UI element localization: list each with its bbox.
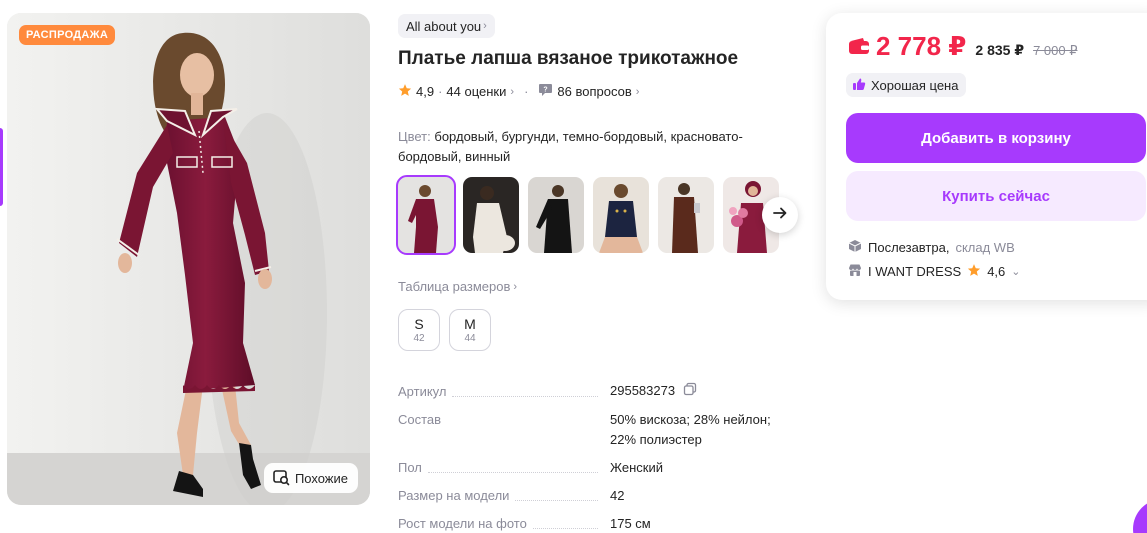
star-icon (398, 83, 412, 100)
buy-now-button[interactable]: Купить сейчас (846, 171, 1146, 221)
brand-name: All about you (406, 18, 482, 34)
color-thumbnail[interactable] (463, 177, 519, 253)
good-price-badge: Хорошая цена (846, 73, 967, 97)
spec-key: Рост модели на фото (398, 515, 527, 531)
current-price: 2 778 ₽ (848, 31, 966, 62)
warehouse-label: склад WB (955, 240, 1015, 255)
color-thumbnail[interactable] (593, 177, 649, 253)
spec-row: Артикул 295583273 (398, 381, 798, 402)
specs-table: Артикул 295583273 Состав 50% вискоза; 28… (398, 381, 798, 533)
spec-row: Пол Женский (398, 458, 798, 478)
size-option-s[interactable]: S 42 (398, 309, 440, 351)
color-values: бордовый, бургунди, темно-бордовый, крас… (398, 129, 743, 164)
size-ru: 44 (464, 333, 476, 344)
color-label: Цвет: (398, 129, 431, 144)
color-thumbnail[interactable] (528, 177, 584, 253)
chevron-right-icon: › (483, 20, 487, 32)
color-info: Цвет: бордовый, бургунди, темно-бордовый… (398, 127, 793, 167)
spec-row: Размер на модели 42 (398, 486, 798, 506)
spec-key: Размер на модели (398, 487, 510, 503)
shop-icon (848, 263, 862, 280)
product-title: Платье лапша вязаное трикотажное (398, 48, 739, 69)
color-thumbnails (396, 175, 779, 255)
similar-label: Похожие (294, 470, 348, 486)
add-to-cart-button[interactable]: Добавить в корзину (846, 113, 1146, 163)
seller-info[interactable]: I WANT DRESS 4,6 ⌄ (848, 263, 1020, 280)
spec-row: Рост модели на фото 175 см (398, 514, 798, 533)
delivery-date: Послезавтра, (868, 240, 950, 255)
delivery-info: Послезавтра, склад WB (848, 239, 1015, 256)
size-label: S (414, 316, 424, 332)
spec-key: Пол (398, 459, 422, 475)
spec-value: 42 (610, 487, 625, 503)
spec-key: Артикул (398, 383, 447, 399)
svg-text:?: ? (544, 86, 548, 93)
separator-dot: · (524, 84, 529, 99)
gallery-edge-indicator (0, 128, 3, 206)
size-selector: S 42 M 44 (398, 309, 491, 351)
dress-model-illustration (7, 13, 370, 505)
color-thumbnail[interactable] (396, 175, 456, 255)
current-price-value: 2 778 ₽ (876, 31, 967, 61)
questions-link[interactable]: 86 вопросов (557, 84, 631, 99)
rating-row: 4,9 · 44 оценки › · ? 86 вопросов › (398, 83, 639, 100)
thumb-up-icon (852, 77, 866, 94)
size-table-label: Таблица размеров (398, 279, 511, 294)
good-price-label: Хорошая цена (871, 77, 959, 93)
wallet-icon (848, 31, 870, 62)
spec-value: 295583273 (610, 383, 676, 398)
size-table-link[interactable]: Таблица размеров › (398, 279, 517, 294)
chevron-right-icon: › (513, 280, 518, 293)
old-price: 7 000 ₽ (1033, 43, 1078, 58)
size-ru: 42 (413, 333, 425, 344)
size-label: M (464, 316, 476, 332)
brand-link[interactable]: All about you › (398, 14, 495, 38)
floating-action-button[interactable] (1133, 499, 1147, 533)
seller-rating: 4,6 (987, 264, 1006, 279)
copy-icon[interactable] (683, 382, 697, 402)
price-row: 2 778 ₽ 2 835 ₽ 7 000 ₽ (848, 31, 1077, 62)
similar-search-icon (272, 468, 290, 489)
sale-badge: РАСПРОДАЖА (19, 25, 116, 45)
star-icon (967, 263, 981, 280)
spec-value: Женский (610, 459, 663, 475)
box-icon (848, 239, 862, 256)
chevron-right-icon: › (510, 85, 515, 98)
arrow-right-icon (772, 205, 788, 226)
spec-value: 175 см (610, 515, 651, 531)
price-without-wallet: 2 835 ₽ (975, 42, 1025, 58)
chevron-down-icon: ⌄ (1011, 266, 1021, 278)
similar-button[interactable]: Похожие (263, 463, 358, 493)
spec-value: 50% вискоза; 28% нейлон; 22% полиэстер (610, 411, 771, 447)
separator-dot: · (438, 84, 443, 99)
buy-card: 2 778 ₽ 2 835 ₽ 7 000 ₽ Хорошая цена Доб… (826, 13, 1147, 300)
main-product-photo[interactable]: РАСПРОДАЖА Похожие (7, 13, 370, 505)
size-option-m[interactable]: M 44 (449, 309, 491, 351)
chevron-right-icon: › (635, 85, 640, 98)
spec-key: Состав (398, 411, 442, 427)
color-thumbnail[interactable] (658, 177, 714, 253)
seller-name: I WANT DRESS (868, 264, 962, 279)
question-icon: ? (538, 83, 553, 100)
spec-row: Состав 50% вискоза; 28% нейлон; 22% поли… (398, 410, 798, 450)
reviews-link[interactable]: 44 оценки (446, 84, 506, 99)
thumbnails-next-button[interactable] (762, 197, 798, 233)
rating-value: 4,9 (416, 84, 435, 99)
